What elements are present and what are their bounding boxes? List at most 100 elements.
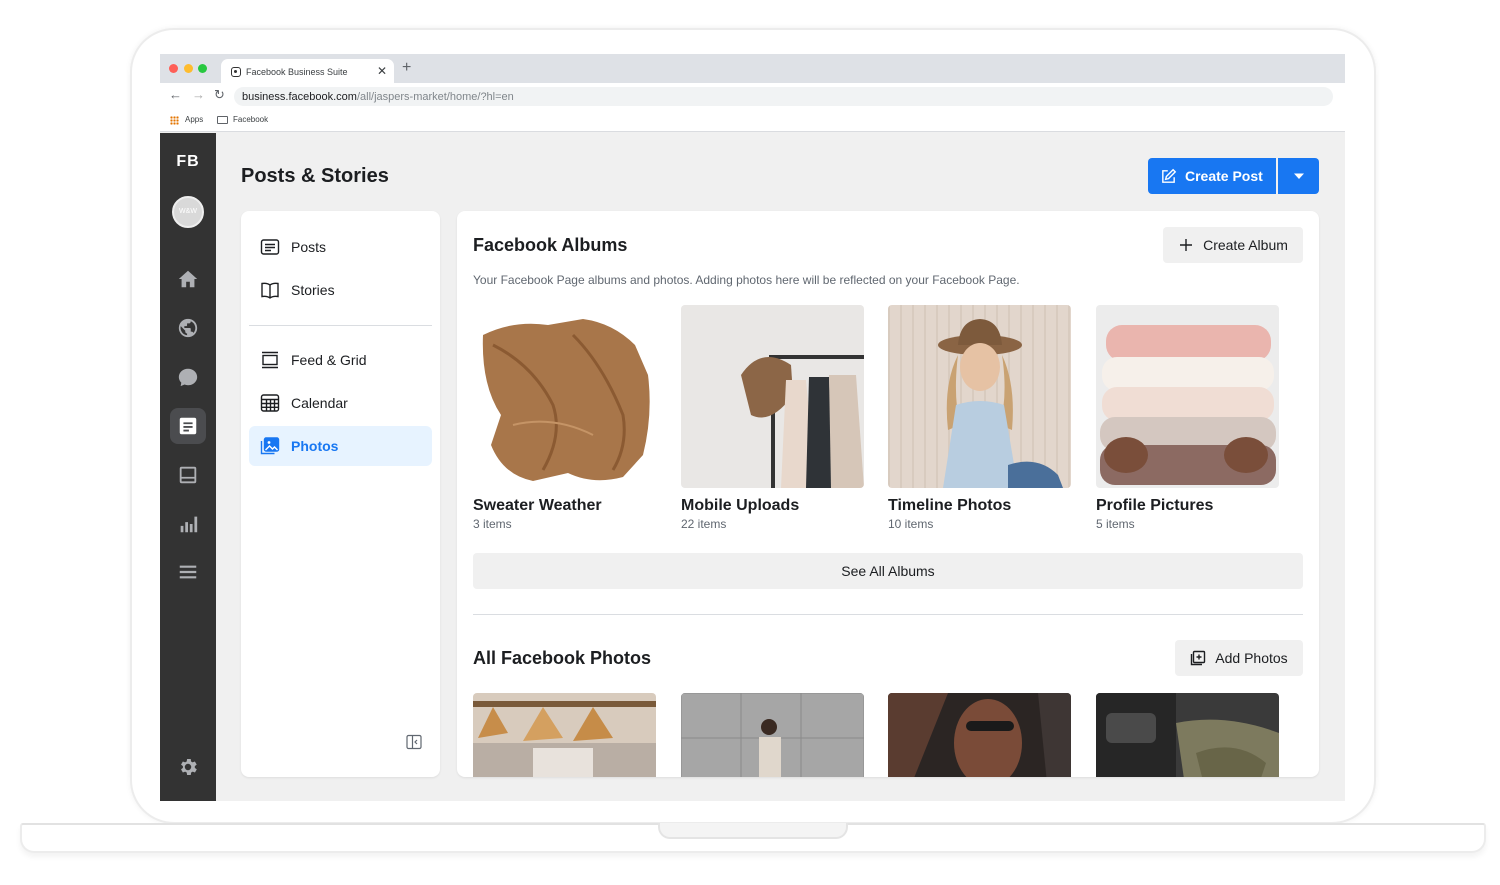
album-card[interactable]: Sweater Weather 3 items (473, 305, 656, 531)
subnav-item-photos[interactable]: Photos (249, 426, 432, 466)
photo-tile[interactable] (888, 693, 1071, 777)
subnav-item-calendar[interactable]: Calendar (249, 383, 432, 423)
subnav-item-feed-grid[interactable]: Feed & Grid (249, 340, 432, 380)
rail-chat[interactable] (170, 359, 206, 395)
window-close-button[interactable] (169, 64, 178, 73)
fb-logo[interactable]: FB (160, 153, 216, 171)
subnav-item-label: Stories (291, 282, 335, 298)
album-card[interactable]: Mobile Uploads 22 items (681, 305, 864, 531)
bookmark-facebook[interactable]: Facebook (233, 115, 268, 124)
subnav-item-label: Photos (291, 438, 339, 454)
bookmarks-bar: Apps Facebook (160, 109, 1345, 132)
add-photo-icon (1191, 650, 1206, 666)
reload-icon[interactable]: ↻ (214, 88, 225, 102)
rail-globe[interactable] (170, 310, 206, 346)
album-name[interactable]: Profile Pictures (1096, 497, 1279, 515)
folder-icon (217, 116, 228, 124)
album-name[interactable]: Timeline Photos (888, 497, 1071, 515)
album-name[interactable]: Sweater Weather (473, 497, 656, 515)
gear-icon (181, 759, 197, 775)
create-post-label: Create Post (1185, 168, 1263, 184)
album-card[interactable]: Timeline Photos 10 items (888, 305, 1071, 531)
book-icon (261, 282, 279, 299)
album-count: 3 items (473, 517, 512, 531)
album-count: 22 items (681, 517, 727, 531)
menu-icon (179, 565, 197, 579)
posts-icon (179, 417, 197, 435)
apps-grid-icon[interactable] (170, 116, 179, 125)
create-post-dropdown[interactable] (1278, 158, 1319, 194)
window-maximize-button[interactable] (198, 64, 207, 73)
tab-close-icon[interactable]: ✕ (377, 64, 387, 78)
rail-menu[interactable] (170, 554, 206, 590)
add-photos-label: Add Photos (1215, 650, 1288, 666)
photo-tile[interactable] (473, 693, 656, 777)
posts-subnav: Posts Stories Feed & Grid Calendar Photo… (241, 211, 440, 777)
favicon-icon (231, 67, 241, 77)
sweater-image (473, 305, 656, 488)
album-thumbnail[interactable] (1096, 305, 1279, 488)
chat-icon (178, 368, 198, 387)
see-all-albums-button[interactable]: See All Albums (473, 553, 1303, 589)
laptop-notch (658, 823, 848, 839)
album-card[interactable]: Profile Pictures 5 items (1096, 305, 1279, 531)
portrait-sunglasses-image (888, 693, 1071, 777)
album-name[interactable]: Mobile Uploads (681, 497, 864, 515)
rail-settings[interactable] (170, 749, 206, 785)
photo-tile[interactable] (1096, 693, 1279, 777)
rail-insights[interactable] (170, 506, 206, 542)
browser-tab[interactable]: Facebook Business Suite ✕ (221, 59, 394, 83)
hangers-image (473, 693, 656, 777)
album-count: 5 items (1096, 517, 1135, 531)
feed-icon (262, 351, 278, 369)
add-photos-button[interactable]: Add Photos (1175, 640, 1303, 676)
home-icon (178, 270, 198, 288)
create-album-label: Create Album (1203, 237, 1288, 253)
url-input[interactable]: business.facebook.com/all/jaspers-market… (234, 87, 1333, 106)
clothes-rack-image (681, 305, 864, 488)
woman-hat-image (888, 305, 1071, 488)
rail-home[interactable] (170, 261, 206, 297)
calendar-icon (260, 394, 280, 412)
album-count: 10 items (888, 517, 934, 531)
bookmark-apps[interactable]: Apps (185, 115, 203, 124)
window-minimize-button[interactable] (184, 64, 193, 73)
subnav-item-label: Calendar (291, 395, 348, 411)
section-divider (473, 614, 1303, 615)
rail-inbox[interactable] (170, 457, 206, 493)
photos-icon (260, 437, 280, 455)
insights-icon (180, 516, 198, 533)
rail-posts[interactable] (170, 408, 206, 444)
album-thumbnail[interactable] (681, 305, 864, 488)
screen: Facebook Business Suite ✕ + ← → ↻ busine… (160, 54, 1345, 801)
subnav-item-stories[interactable]: Stories (249, 270, 432, 310)
nav-rail: FB W&W (160, 133, 216, 801)
avatar[interactable]: W&W (172, 196, 204, 228)
car-interior-image (1096, 693, 1279, 777)
album-thumbnail[interactable] (473, 305, 656, 488)
plus-icon (1180, 239, 1193, 251)
address-bar: ← → ↻ business.facebook.com/all/jaspers-… (160, 83, 1345, 109)
subnav-item-label: Feed & Grid (291, 352, 367, 368)
subnav-item-posts[interactable]: Posts (249, 227, 432, 267)
collapse-sidebar-icon[interactable] (406, 734, 422, 750)
new-tab-button[interactable]: + (402, 60, 411, 76)
url-text: business.facebook.com/all/jaspers-market… (242, 91, 514, 103)
album-thumbnail[interactable] (888, 305, 1071, 488)
albums-description: Your Facebook Page albums and photos. Ad… (473, 273, 1020, 287)
all-photos-title: All Facebook Photos (473, 648, 652, 668)
street-woman-image (681, 693, 864, 777)
globe-icon (178, 318, 198, 338)
inbox-icon (179, 466, 197, 484)
photo-tile[interactable] (681, 693, 864, 777)
create-album-button[interactable]: Create Album (1163, 227, 1303, 263)
back-icon[interactable]: ← (169, 88, 182, 102)
browser-tabbar: Facebook Business Suite ✕ + (160, 54, 1345, 83)
forward-icon[interactable]: → (192, 88, 205, 102)
subnav-divider (249, 325, 432, 326)
tab-title: Facebook Business Suite (246, 67, 348, 77)
create-post-button[interactable]: Create Post (1148, 158, 1276, 194)
page-title: Posts & Stories (241, 165, 389, 187)
posts-list-icon (260, 239, 280, 255)
folded-sweaters-image (1096, 305, 1279, 488)
